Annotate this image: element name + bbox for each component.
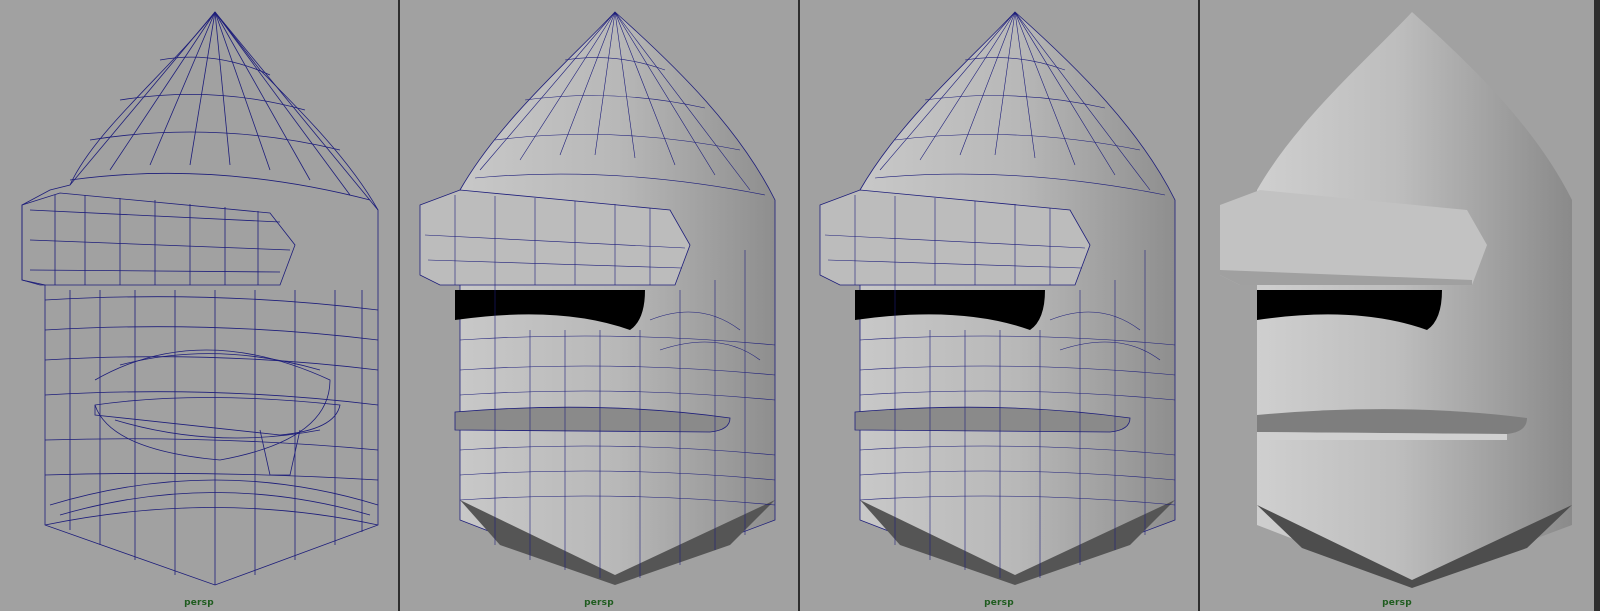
viewport-wireframe[interactable]: persp — [0, 0, 398, 611]
helmet-shaded-model — [1220, 12, 1572, 588]
viewport-shaded-wireframe-2[interactable]: persp — [800, 0, 1198, 611]
viewport-panels: persp persp persp persp — [0, 0, 1600, 611]
helmet-wireframe-model — [21, 11, 379, 586]
camera-label: persp — [584, 598, 614, 608]
camera-label: persp — [984, 598, 1014, 608]
viewport-shaded-wireframe-1[interactable]: persp — [400, 0, 798, 611]
viewport-smooth-shaded[interactable]: persp — [1200, 0, 1594, 611]
helmet-shaded-wire-model-2 — [819, 11, 1176, 585]
helmet-shaded-wire-model-1 — [419, 11, 776, 585]
camera-label: persp — [1382, 598, 1412, 608]
camera-label: persp — [184, 598, 214, 608]
